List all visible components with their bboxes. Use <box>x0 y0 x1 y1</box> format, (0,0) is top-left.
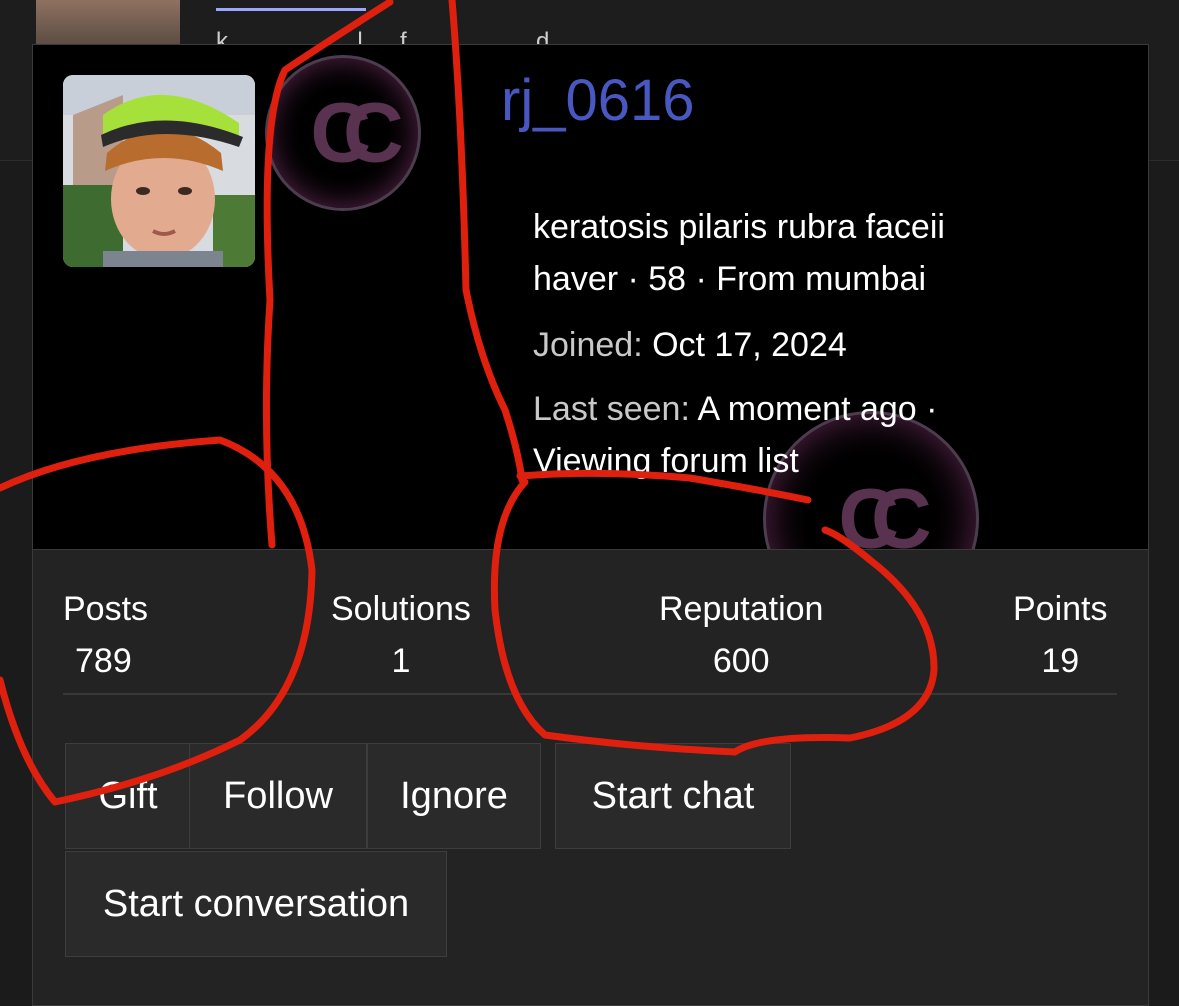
start-conversation-button[interactable]: Start conversation <box>65 851 447 957</box>
gift-button[interactable]: Gift <box>65 743 191 849</box>
avatar[interactable] <box>63 75 255 267</box>
member-stats: Posts 789 Solutions 1 Reputation 600 Poi… <box>63 575 1117 695</box>
stat-posts[interactable]: Posts 789 <box>63 583 148 687</box>
stat-value: 1 <box>391 642 411 680</box>
profile-banner: CC CC rj_0616 keratosis pilaris rubra fa… <box>33 45 1148 550</box>
stat-label: Posts <box>63 590 149 628</box>
last-seen-label: Last seen: <box>533 390 690 428</box>
joined-label: Joined: <box>533 326 643 364</box>
username-link[interactable]: rj_0616 <box>501 67 694 134</box>
avatar-photo <box>63 75 255 267</box>
stat-points[interactable]: Points 19 <box>1013 583 1108 687</box>
joined-row: Joined: Oct 17, 2024 <box>533 319 847 371</box>
start-chat-button[interactable]: Start chat <box>555 743 791 849</box>
banner-logo-decoration: CC <box>265 55 421 211</box>
stat-reputation[interactable]: Reputation 600 <box>659 583 823 687</box>
ignore-button[interactable]: Ignore <box>367 743 541 849</box>
follow-button[interactable]: Follow <box>189 743 367 849</box>
stat-value: 19 <box>1041 642 1080 680</box>
background-avatar <box>36 0 180 44</box>
stat-label: Points <box>1013 590 1108 628</box>
joined-date: Oct 17, 2024 <box>652 326 847 364</box>
stat-label: Reputation <box>659 590 824 628</box>
user-about-line: keratosis pilaris rubra faceii haver · 5… <box>533 208 945 298</box>
last-seen-row: Last seen: A moment ago · Viewing forum … <box>533 383 1053 487</box>
background-username-link <box>216 0 366 11</box>
stat-value: 600 <box>712 642 770 680</box>
stat-value: 789 <box>75 642 132 680</box>
member-tooltip-card: CC CC rj_0616 keratosis pilaris rubra fa… <box>32 44 1149 1006</box>
stat-label: Solutions <box>331 590 471 628</box>
stat-solutions[interactable]: Solutions 1 <box>331 583 471 687</box>
